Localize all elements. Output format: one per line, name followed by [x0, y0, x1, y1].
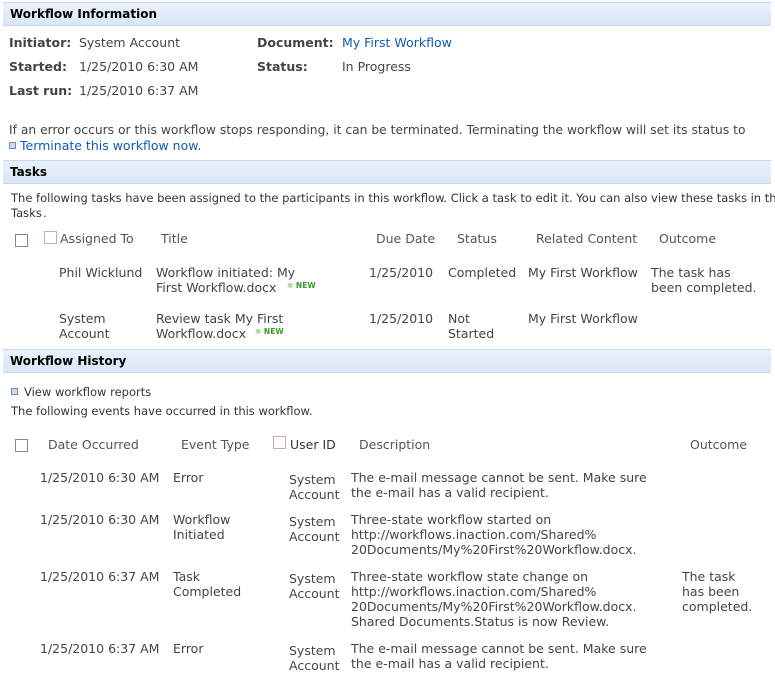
history-date: 1/25/2010 6:37 AM [40, 641, 160, 656]
task-assigned-to[interactable]: Account [59, 326, 109, 341]
column-outcome[interactable]: Outcome [659, 231, 716, 246]
document-label: Document: [257, 35, 334, 50]
initiator-value: System Account [79, 35, 181, 50]
history-event-type: Workflow [173, 512, 231, 527]
column-due-date[interactable]: Due Date [376, 231, 435, 246]
task-due-date: 1/25/2010 [369, 265, 434, 280]
history-description: the e-mail has a valid recipient. [351, 485, 549, 500]
history-description: Three-state workflow started on [351, 512, 552, 527]
column-user-id[interactable]: User ID [290, 437, 336, 452]
history-user-link[interactable]: Account [289, 586, 339, 601]
tasks-list-link[interactable]: Tasks [11, 206, 42, 220]
task-title[interactable]: Workflow.docx [156, 326, 246, 341]
tasks-intro-text: The following tasks have been assigned t… [11, 191, 775, 205]
column-title[interactable]: Title [161, 231, 188, 246]
task-status: Completed [448, 265, 517, 280]
workflow-information-header: Workflow Information [3, 2, 771, 26]
history-description: Three-state workflow state change on [351, 569, 589, 584]
task-title[interactable]: Review task My First [156, 311, 283, 326]
last-run-label: Last run: [9, 83, 73, 98]
terminate-info-text: If an error occurs or this workflow stop… [9, 123, 746, 137]
task-status: Started [448, 326, 495, 341]
task-due-date: 1/25/2010 [369, 311, 434, 326]
task-title[interactable]: Workflow initiated: My [156, 265, 295, 280]
history-outcome: The task [682, 569, 736, 584]
history-document-link[interactable]: http://workflows.inaction.com/Shared% [351, 527, 596, 542]
history-user-link[interactable]: Account [289, 658, 339, 673]
history-date: 1/25/2010 6:30 AM [40, 512, 160, 527]
column-event-type[interactable]: Event Type [181, 437, 250, 452]
column-assigned-to[interactable]: Assigned To [60, 231, 134, 246]
task-related-content-link[interactable]: My First Workflow [528, 311, 638, 326]
column-description[interactable]: Description [359, 437, 430, 452]
status-value: In Progress [342, 59, 411, 74]
history-date: 1/25/2010 6:37 AM [40, 569, 160, 584]
history-event-type: Completed [173, 584, 242, 599]
view-workflow-reports-link[interactable]: View workflow reports [24, 385, 151, 399]
workflow-history-header: Workflow History [3, 349, 771, 373]
column-outcome[interactable]: Outcome [690, 437, 747, 452]
task-related-content-link[interactable]: My First Workflow [528, 265, 638, 280]
terminate-workflow-link[interactable]: Terminate this workflow now. [20, 138, 201, 153]
history-event-type: Task [173, 569, 200, 584]
history-intro-text: The following events have occurred in th… [11, 404, 313, 418]
task-assigned-to[interactable]: Phil Wicklund [59, 265, 142, 280]
last-run-value: 1/25/2010 6:37 AM [79, 83, 199, 98]
task-assigned-to[interactable]: System [59, 311, 106, 326]
history-description: the e-mail has a valid recipient. [351, 656, 549, 671]
started-label: Started: [9, 59, 67, 74]
task-status: Not [448, 311, 470, 326]
assigned-to-column-icon [44, 231, 57, 244]
task-outcome: The task has [651, 265, 731, 280]
status-label: Status: [257, 59, 308, 74]
history-user-link[interactable]: Account [289, 487, 339, 502]
new-badge: ✲ NEW [287, 281, 316, 290]
started-value: 1/25/2010 6:30 AM [79, 59, 199, 74]
bullet-icon [11, 388, 18, 395]
history-user-link[interactable]: System [289, 514, 336, 529]
history-document-link[interactable]: 20Documents/My%20First%20Workflow.docx. [351, 542, 637, 557]
task-title[interactable]: First Workflow.docx [156, 280, 276, 295]
column-related-content[interactable]: Related Content [536, 231, 637, 246]
history-user-link[interactable]: System [289, 472, 336, 487]
tasks-header: Tasks [3, 160, 771, 184]
history-event-type: Initiated [173, 527, 225, 542]
tasks-select-all-checkbox[interactable] [15, 234, 28, 247]
history-description: The e-mail message cannot be sent. Make … [351, 641, 647, 656]
history-user-link[interactable]: System [289, 643, 336, 658]
history-event-type: Error [173, 641, 204, 656]
task-outcome: been completed. [651, 280, 757, 295]
new-badge: ✲ NEW [255, 327, 284, 336]
column-status[interactable]: Status [457, 231, 497, 246]
tasks-period: . [43, 206, 47, 220]
column-date-occurred[interactable]: Date Occurred [48, 437, 139, 452]
history-event-type: Error [173, 470, 204, 485]
history-date: 1/25/2010 6:30 AM [40, 470, 160, 485]
history-document-link[interactable]: 20Documents/My%20First%20Workflow.docx. [351, 599, 637, 614]
user-id-column-icon [273, 436, 286, 449]
history-user-link[interactable]: System [289, 571, 336, 586]
history-outcome: has been [682, 584, 740, 599]
initiator-label: Initiator: [9, 35, 72, 50]
history-description: Shared Documents.Status is now Review. [351, 614, 610, 629]
history-description: The e-mail message cannot be sent. Make … [351, 470, 647, 485]
bullet-icon [9, 142, 16, 149]
history-user-link[interactable]: Account [289, 529, 339, 544]
history-outcome: completed. [682, 599, 753, 614]
document-link[interactable]: My First Workflow [342, 35, 452, 50]
history-select-all-checkbox[interactable] [15, 439, 28, 452]
history-document-link[interactable]: http://workflows.inaction.com/Shared% [351, 584, 596, 599]
